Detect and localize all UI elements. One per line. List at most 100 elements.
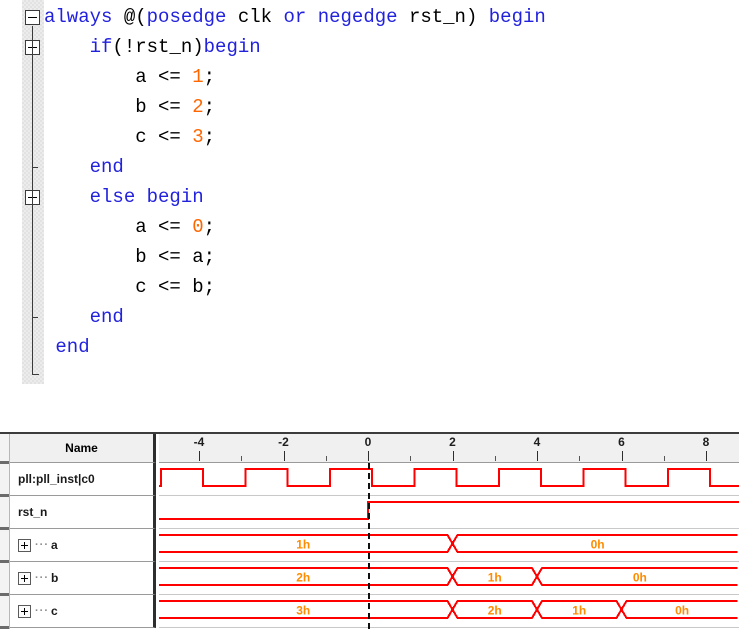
code-token: if [89, 36, 113, 58]
code-token: a [135, 216, 147, 238]
code-token: ) [465, 6, 478, 28]
row-rail-tick [0, 527, 9, 530]
code-token: <= [158, 126, 181, 148]
time-axis-major-tick [621, 451, 623, 461]
code-token: c [135, 126, 147, 148]
signal-name-label: a [51, 538, 58, 552]
waveform-trace-svg: 1h 0h [159, 534, 738, 553]
time-axis-label: 0 [364, 435, 372, 449]
time-axis-ruler[interactable]: -4 -2 0 2 4 6 8 [159, 434, 739, 463]
code-token: 2 [192, 96, 204, 118]
code-token: ) [192, 36, 204, 58]
logic-trace [159, 501, 739, 520]
code-token: <= [158, 246, 181, 268]
code-token: b [192, 276, 204, 298]
time-axis-major-tick [452, 451, 454, 461]
time-axis-major-tick [283, 451, 285, 461]
time-axis-label: 4 [533, 435, 541, 449]
signal-name-cell[interactable]: ··· c [10, 595, 156, 628]
verilog-code-editor[interactable]: always @(posedge clk or negedge rst_n) b… [0, 0, 739, 392]
row-rail-tick [0, 560, 9, 563]
code-fold-toggle-icon[interactable] [25, 10, 40, 25]
code-line: end [0, 152, 124, 182]
signal-name-column-header: Name [10, 434, 156, 463]
code-token: b [135, 246, 147, 268]
time-axis-minor-tick [325, 456, 327, 461]
time-axis-major-tick [199, 451, 200, 461]
signal-name-cell[interactable]: ··· b [10, 562, 156, 595]
expand-plus-icon[interactable] [18, 604, 31, 618]
code-token: posedge [146, 6, 227, 28]
bus-value-label: 2h [488, 604, 502, 618]
time-cursor[interactable] [368, 463, 370, 629]
clock-trace [159, 468, 739, 487]
time-axis-label: 2 [449, 435, 456, 449]
code-token: begin [488, 6, 546, 28]
bus-value-label: 1h [488, 571, 502, 585]
time-axis-label: 6 [618, 435, 625, 449]
code-token: or [283, 6, 307, 28]
code-token: <= [158, 66, 181, 88]
time-axis-major-tick [537, 451, 538, 461]
time-axis-label: -2 [278, 435, 289, 449]
code-token: <= [158, 96, 181, 118]
waveform-viewer[interactable]: Name -4 -2 0 2 4 6 8 pll:pll_inst|c0 rst_n ··· a ·… [0, 432, 739, 629]
code-line: always @(posedge clk or negedge rst_n) b… [0, 2, 546, 32]
bus-value-label: 1h [296, 538, 310, 552]
code-token: negedge [317, 6, 398, 28]
code-token: begin [146, 186, 204, 208]
code-token: 1 [192, 66, 204, 88]
bus-value-label: 0h [675, 604, 689, 618]
code-token: a [135, 66, 147, 88]
code-token: always [44, 6, 113, 28]
waveform-row[interactable]: 3h 2h 1h 0h [159, 595, 739, 628]
waveform-row[interactable]: 2h 1h 0h [159, 562, 739, 595]
waveform-row[interactable] [159, 496, 739, 529]
code-token: ! [123, 36, 136, 58]
bus-value-label: 1h [572, 604, 586, 618]
waveform-row[interactable] [159, 463, 739, 496]
time-axis-major-tick [706, 451, 707, 461]
signal-name-cell[interactable]: rst_n [10, 496, 156, 529]
code-token: 0 [192, 216, 204, 238]
time-axis-minor-tick [494, 456, 496, 461]
code-token: ( [135, 6, 147, 28]
code-token: 3 [192, 126, 204, 148]
code-token: ; [203, 216, 216, 238]
row-rail-tick [0, 461, 9, 464]
expand-plus-icon[interactable] [18, 538, 31, 552]
code-token: <= [158, 216, 181, 238]
signal-name-cell[interactable]: ··· a [10, 529, 156, 562]
waveform-row[interactable]: 1h 0h [159, 529, 739, 562]
code-token: rst_n [135, 36, 193, 58]
code-token: b [135, 96, 147, 118]
code-token: begin [203, 36, 261, 58]
signal-name-cell[interactable]: pll:pll_inst|c0 [10, 463, 156, 496]
signal-name-label: pll:pll_inst|c0 [18, 472, 95, 486]
code-fold-connector-outer [32, 26, 33, 374]
code-token: @ [123, 6, 136, 28]
time-axis-minor-tick [579, 456, 581, 461]
code-line-container: always @(posedge clk or negedge rst_n) b… [0, 0, 739, 392]
expand-plus-icon[interactable] [18, 571, 31, 585]
bus-value-label: 0h [633, 571, 647, 585]
code-token: else [89, 186, 136, 208]
